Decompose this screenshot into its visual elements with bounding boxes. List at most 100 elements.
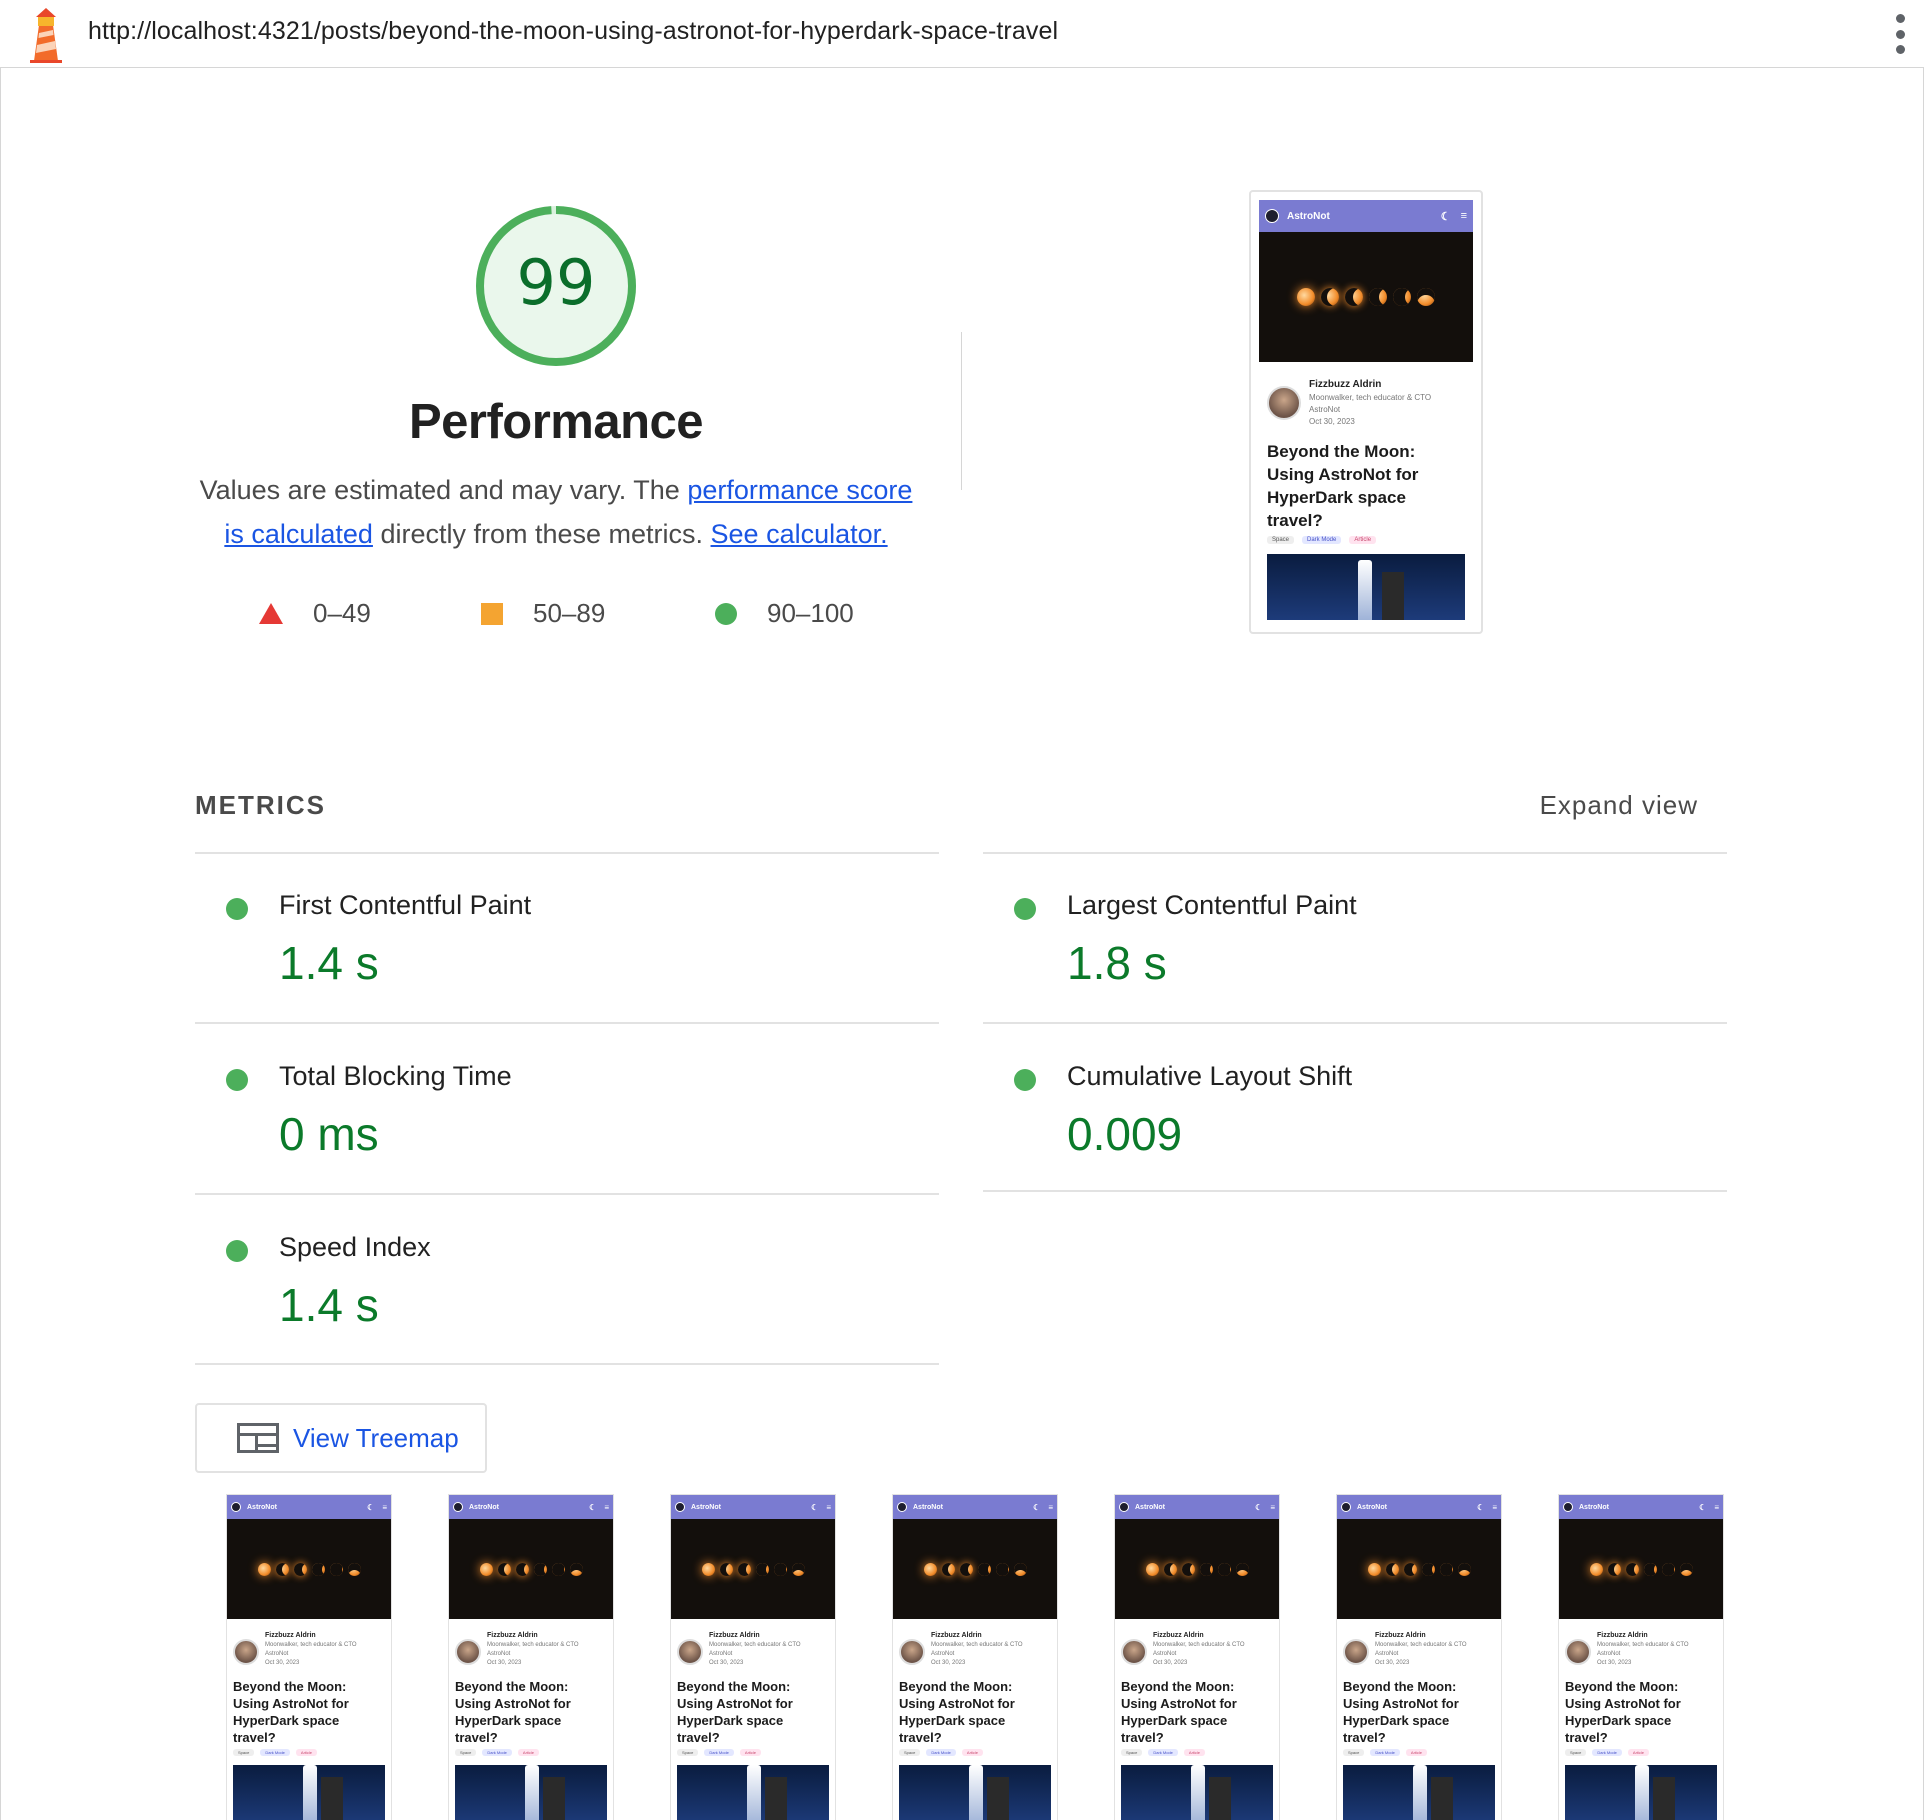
- site-logo-icon: [1265, 209, 1279, 223]
- tag: Article: [961, 1749, 984, 1756]
- more-menu-icon[interactable]: [1894, 14, 1906, 54]
- tag: Article: [1405, 1749, 1428, 1756]
- avatar: [1343, 1639, 1369, 1665]
- filmstrip-frame[interactable]: AstroNot ☾ ≡ Fizzbuzz Aldrin Moonwalker, tec…: [1114, 1494, 1280, 1820]
- divider: [195, 1363, 939, 1365]
- site-header: AstroNot ☾ ≡: [1337, 1495, 1501, 1519]
- post-title: Beyond the Moon: Using AstroNot for Hype…: [455, 1679, 571, 1745]
- menu-icon: ≡: [826, 1502, 831, 1512]
- author-name: Fizzbuzz Aldrin: [1375, 1632, 1426, 1639]
- metric-largest-contentful-paint: Largest Contentful Paint 1.8 s: [983, 854, 1727, 1024]
- post-tags: Space Dark Mode Article: [1115, 1746, 1279, 1759]
- site-name: AstroNot: [1135, 1503, 1165, 1511]
- menu-icon: ≡: [1048, 1502, 1053, 1512]
- post-date: Oct 30, 2023: [1597, 1660, 1632, 1666]
- eclipse-image: [449, 1519, 613, 1619]
- site-logo-icon: [1563, 1502, 1573, 1512]
- tag: Space: [1565, 1749, 1587, 1756]
- score-legend: 0–49 50–89 90–100: [0, 598, 1924, 638]
- metric-value: 1.8 s: [1067, 937, 1167, 989]
- filmstrip-frame[interactable]: AstroNot ☾ ≡ Fizzbuzz Aldrin Moonwalker, tec…: [226, 1494, 392, 1820]
- moon-icon: ☾: [1440, 210, 1451, 223]
- site-header: AstroNot ☾ ≡: [893, 1495, 1057, 1519]
- filmstrip: AstroNot ☾ ≡ Fizzbuzz Aldrin Moonwalker, tec…: [226, 1494, 1726, 1820]
- metric-value: 1.4 s: [279, 937, 379, 989]
- tag: Dark Mode: [1370, 1749, 1400, 1756]
- post-date: Oct 30, 2023: [265, 1660, 300, 1666]
- metrics-header: METRICS: [195, 790, 326, 820]
- metric-value: 1.4 s: [279, 1279, 379, 1331]
- filmstrip-frame[interactable]: AstroNot ☾ ≡ Fizzbuzz Aldrin Moonwalker, tec…: [892, 1494, 1058, 1820]
- filmstrip-frame[interactable]: AstroNot ☾ ≡ Fizzbuzz Aldrin Moonwalker, tec…: [1336, 1494, 1502, 1820]
- pass-circle-icon: [226, 898, 248, 920]
- site-header: AstroNot ☾ ≡: [671, 1495, 835, 1519]
- post-image: [1565, 1765, 1717, 1820]
- tag: Space: [1267, 536, 1295, 544]
- author-org: AstroNot: [1153, 1651, 1177, 1657]
- menu-icon: ≡: [1460, 210, 1467, 222]
- description-text: Values are estimated and may vary. The: [199, 475, 688, 505]
- final-screenshot[interactable]: AstroNot ☾ ≡ Fizzbuzz Aldrin Moonwalker,…: [1249, 190, 1483, 634]
- tag: Dark Mode: [704, 1749, 734, 1756]
- author-block: Fizzbuzz Aldrin Moonwalker, tech educator…: [227, 1619, 391, 1668]
- post-image: [1267, 554, 1465, 620]
- post-tags: Space Dark Mode Article: [671, 1746, 835, 1759]
- post-tags: Space Dark Mode Article: [1259, 532, 1473, 548]
- post-image: [1121, 1765, 1273, 1820]
- author-block: Fizzbuzz Aldrin Moonwalker, tech educator…: [1337, 1619, 1501, 1668]
- site-header: AstroNot ☾ ≡: [449, 1495, 613, 1519]
- expand-view-toggle[interactable]: Expand view: [1540, 790, 1698, 821]
- site-logo-icon: [675, 1502, 685, 1512]
- view-treemap-label: View Treemap: [293, 1422, 459, 1453]
- eclipse-image: [1259, 232, 1473, 362]
- category-title: Performance: [408, 395, 704, 449]
- legend-fail: 0–49: [259, 598, 371, 629]
- metric-first-contentful-paint: First Contentful Paint 1.4 s: [195, 854, 939, 1024]
- author-name: Fizzbuzz Aldrin: [931, 1632, 982, 1639]
- tag: Space: [233, 1749, 255, 1756]
- site-name: AstroNot: [1287, 210, 1330, 222]
- site-logo-icon: [897, 1502, 907, 1512]
- filmstrip-frame[interactable]: AstroNot ☾ ≡ Fizzbuzz Aldrin Moonwalker, tec…: [448, 1494, 614, 1820]
- post-image: [455, 1765, 607, 1820]
- filmstrip-frame[interactable]: AstroNot ☾ ≡ Fizzbuzz Aldrin Moonwalker, tec…: [670, 1494, 836, 1820]
- eclipse-image: [671, 1519, 835, 1619]
- eclipse-image: [1337, 1519, 1501, 1619]
- legend-average-label: 50–89: [533, 598, 606, 628]
- author-role: Moonwalker, tech educator & CTO: [931, 1642, 1023, 1648]
- author-block: Fizzbuzz Aldrin Moonwalker, tech educator…: [449, 1619, 613, 1668]
- menu-icon: ≡: [1492, 1502, 1497, 1512]
- divider: [195, 1193, 939, 1195]
- author-block: Fizzbuzz Aldrin Moonwalker, tech educato…: [1259, 362, 1473, 428]
- divider: [983, 1022, 1727, 1024]
- metric-total-blocking-time: Total Blocking Time 0 ms: [195, 1025, 939, 1195]
- eclipse-image: [1115, 1519, 1279, 1619]
- tag: Article: [1349, 536, 1377, 544]
- post-date: Oct 30, 2023: [1375, 1660, 1410, 1666]
- site-logo-icon: [231, 1502, 241, 1512]
- filmstrip-frame[interactable]: AstroNot ☾ ≡ Fizzbuzz Aldrin Moonwalker, tec…: [1558, 1494, 1724, 1820]
- tag: Space: [1343, 1749, 1365, 1756]
- post-title: Beyond the Moon: Using AstroNot for Hype…: [899, 1679, 1015, 1745]
- tag: Dark Mode: [482, 1749, 512, 1756]
- avatar: [1267, 386, 1301, 420]
- post-image: [677, 1765, 829, 1820]
- site-logo-icon: [1341, 1502, 1351, 1512]
- view-treemap-button[interactable]: View Treemap: [195, 1403, 487, 1473]
- tag: Space: [1121, 1749, 1143, 1756]
- url-bar: http://localhost:4321/posts/beyond-the-m…: [0, 0, 1924, 68]
- author-role: Moonwalker, tech educator & CTO: [265, 1642, 357, 1648]
- moon-icon: ☾: [1255, 1502, 1263, 1512]
- see-calculator-link[interactable]: See calculator.: [711, 519, 888, 549]
- tag: Dark Mode: [1148, 1749, 1178, 1756]
- metric-value: 0.009: [1067, 1108, 1183, 1160]
- metric-label: First Contentful Paint: [279, 890, 532, 920]
- author-role: Moonwalker, tech educator & CTO: [1597, 1642, 1689, 1648]
- circle-icon: [715, 602, 737, 625]
- eclipse-image: [1559, 1519, 1723, 1619]
- author-block: Fizzbuzz Aldrin Moonwalker, tech educator…: [1115, 1619, 1279, 1668]
- metric-cumulative-layout-shift: Cumulative Layout Shift 0.009: [983, 1025, 1727, 1195]
- site-logo-icon: [453, 1502, 463, 1512]
- tag: Dark Mode: [1592, 1749, 1622, 1756]
- post-title: Beyond the Moon: Using AstroNot for Hype…: [1565, 1679, 1681, 1745]
